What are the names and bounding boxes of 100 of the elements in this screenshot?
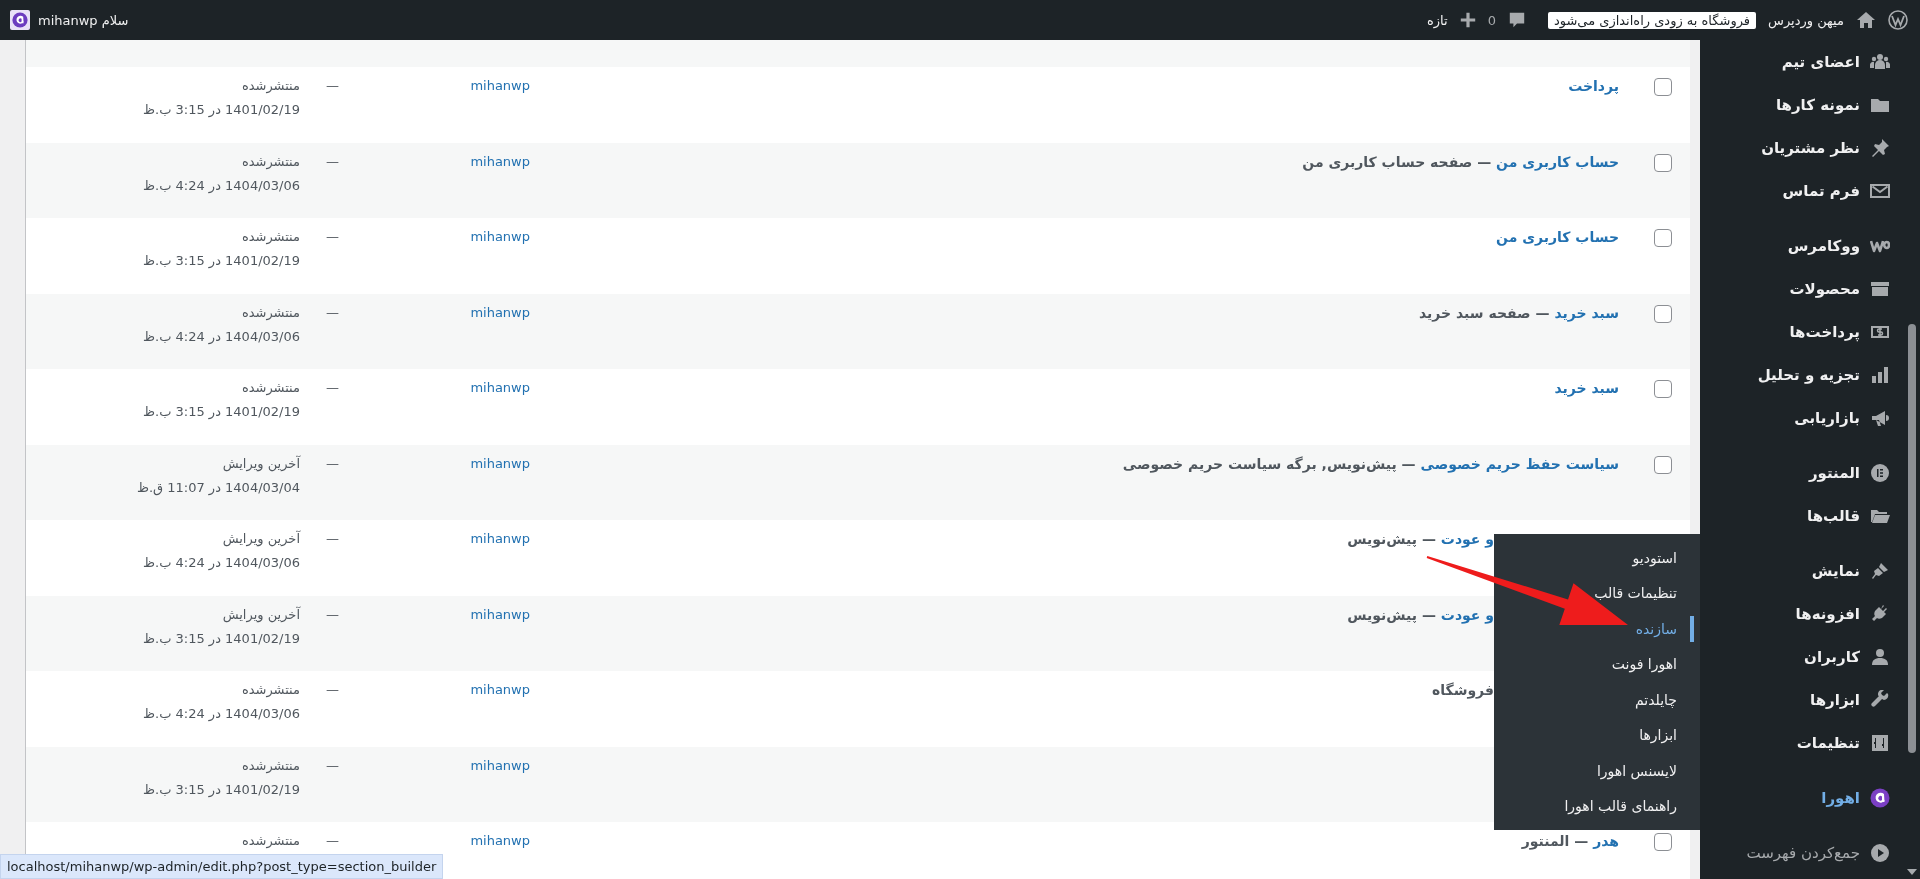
row-checkbox[interactable]	[1654, 229, 1672, 247]
post-date: 1401/02/19 در 3:15 ب.ظ	[143, 252, 300, 271]
author-link[interactable]: mihanwp	[470, 606, 530, 622]
sidebar-item[interactable]: فرم تماس	[1700, 169, 1904, 212]
comments-cell: —	[326, 833, 339, 848]
sidebar-item[interactable]: پرداخت‌ها	[1700, 310, 1904, 353]
comments-cell: —	[326, 229, 339, 244]
post-state: — المنتور	[1521, 833, 1589, 849]
submenu-item[interactable]: استودیو	[1494, 540, 1700, 576]
author-link[interactable]: mihanwp	[470, 304, 530, 320]
comments-cell: —	[326, 531, 339, 546]
pin-icon	[1870, 137, 1890, 158]
collapse-menu-button[interactable]: جمع‌کردن فهرست	[1700, 831, 1904, 874]
sidebar-item[interactable]: تجزیه و تحلیل	[1700, 353, 1904, 396]
sidebar-item[interactable]: نمونه کارها	[1700, 83, 1904, 126]
avatar-icon[interactable]	[10, 10, 30, 30]
brush-icon	[1870, 560, 1890, 581]
post-status: آخرین ویرایش	[222, 529, 300, 549]
post-title-link[interactable]: سبد خرید	[1554, 304, 1619, 321]
author-link[interactable]: mihanwp	[470, 455, 530, 471]
post-state: — صفحه حساب کاربری من	[1302, 153, 1492, 170]
submenu-item[interactable]: سازنده	[1494, 611, 1700, 647]
sidebar-item[interactable]: اهورا	[1700, 776, 1904, 819]
bar-chart-icon	[1870, 364, 1890, 385]
circle-logo-icon	[1870, 787, 1890, 808]
comments-cell: —	[326, 153, 339, 169]
new-link[interactable]: تازه	[1426, 12, 1448, 28]
author-link[interactable]: mihanwp	[470, 78, 530, 93]
circle-letter-icon	[1870, 462, 1890, 483]
author-link[interactable]: mihanwp	[470, 531, 530, 546]
author-link[interactable]: mihanwp	[470, 757, 530, 773]
comments-cell: —	[326, 78, 339, 93]
sidebar-item[interactable]: بازاریابی	[1700, 396, 1904, 439]
post-title-link[interactable]: هدر	[1593, 833, 1619, 849]
comments-cell: —	[326, 304, 339, 320]
sidebar-item[interactable]: افزونه‌ها	[1700, 592, 1904, 635]
author-link[interactable]: mihanwp	[470, 229, 530, 244]
comments-cell: —	[326, 682, 339, 697]
row-checkbox[interactable]	[1654, 455, 1672, 474]
submenu-item[interactable]: اهورا فونت	[1494, 646, 1700, 682]
sidebar-item[interactable]: قالب‌ها	[1700, 494, 1904, 537]
greeting-link[interactable]: سلام mihanwp	[38, 12, 129, 28]
author-link[interactable]: mihanwp	[470, 833, 530, 848]
post-status: منتشرشده	[241, 303, 300, 323]
post-date: 1404/03/06 در 4:24 ب.ظ	[143, 554, 300, 573]
scrollbar-thumb[interactable]	[1908, 324, 1916, 753]
post-status: منتشرشده	[241, 832, 300, 851]
row-checkbox[interactable]	[1654, 153, 1672, 172]
sidebar-item[interactable]: تنظیمات	[1700, 721, 1904, 764]
post-state: — پیش‌نویس	[1347, 531, 1436, 547]
post-date: 1401/02/19 در 3:15 ب.ظ	[143, 629, 300, 649]
post-status: منتشرشده	[241, 756, 300, 776]
submenu-item[interactable]: تنظیمات قالب	[1494, 575, 1700, 611]
row-checkbox[interactable]	[1654, 304, 1672, 323]
post-title-link[interactable]: سیاست حفظ حریم خصوصی	[1420, 455, 1619, 472]
post-title-link[interactable]: حساب کاربری من	[1496, 229, 1619, 245]
post-state: — صفحه سبد خرید	[1419, 304, 1550, 321]
row-checkbox[interactable]	[1654, 380, 1672, 398]
post-title-link[interactable]: پرداخت	[1568, 78, 1619, 94]
site-name-link[interactable]: میهن وردپرس	[1768, 12, 1844, 28]
post-title-link[interactable]: و عودت	[1440, 606, 1494, 623]
sidebar-item[interactable]: نمایش	[1700, 549, 1904, 592]
scroll-down-icon[interactable]	[1907, 869, 1917, 875]
post-title-link[interactable]: سبد خرید	[1554, 380, 1619, 396]
post-title-link[interactable]: و عودت	[1440, 531, 1494, 547]
post-date: 1401/02/19 در 3:15 ب.ظ	[143, 780, 300, 800]
sidebar-item[interactable]: نظر مشتریان	[1700, 126, 1904, 169]
sidebar-item[interactable]: کاربران	[1700, 635, 1904, 678]
post-status: منتشرشده	[241, 228, 300, 247]
sidebar-item[interactable]: محصولات	[1700, 267, 1904, 310]
plus-icon[interactable]	[1459, 12, 1476, 28]
wrench-icon	[1870, 689, 1890, 710]
post-date: 1404/03/04 در 11:07 ق.ظ	[136, 478, 300, 498]
sidebar-item[interactable]: ابزارها	[1700, 678, 1904, 721]
status-url: localhost/mihanwp/wp-admin/edit.php?post_type=section_builder	[0, 854, 444, 879]
submenu-item[interactable]: لایسنس اهورا	[1494, 753, 1700, 789]
post-status: منتشرشده	[241, 77, 300, 96]
post-title-link[interactable]: حساب کاربری من	[1496, 153, 1619, 170]
store-notice[interactable]: فروشگاه به زودی راه‌اندازی می‌شود	[1547, 11, 1757, 29]
post-date: 1401/02/19 در 3:15 ب.ظ	[143, 101, 300, 120]
author-link[interactable]: mihanwp	[470, 682, 530, 697]
sidebar-item[interactable]: ووکامرس	[1700, 224, 1904, 267]
post-date: 1404/03/06 در 4:24 ب.ظ	[143, 176, 300, 196]
submenu-item[interactable]: چایلدتم	[1494, 682, 1700, 718]
author-link[interactable]: mihanwp	[470, 380, 530, 395]
comments-cell: —	[326, 757, 339, 773]
wordpress-logo-icon[interactable]	[1888, 10, 1908, 30]
author-link[interactable]: mihanwp	[470, 153, 530, 169]
user-icon	[1870, 646, 1890, 667]
sidebar-item[interactable]: اعضای تیم	[1700, 40, 1904, 83]
play-circle-icon	[1870, 842, 1890, 863]
row-checkbox[interactable]	[1654, 833, 1672, 851]
home-icon[interactable]	[1856, 10, 1876, 30]
sliders-icon	[1870, 732, 1890, 753]
submenu-item[interactable]: راهنمای قالب اهورا	[1494, 788, 1700, 824]
comments-cell: —	[326, 455, 339, 471]
row-checkbox[interactable]	[1654, 78, 1672, 96]
comment-icon[interactable]	[1507, 11, 1526, 29]
sidebar-item[interactable]: المنتور	[1700, 451, 1904, 494]
submenu-item[interactable]: ابزارها	[1494, 717, 1700, 753]
